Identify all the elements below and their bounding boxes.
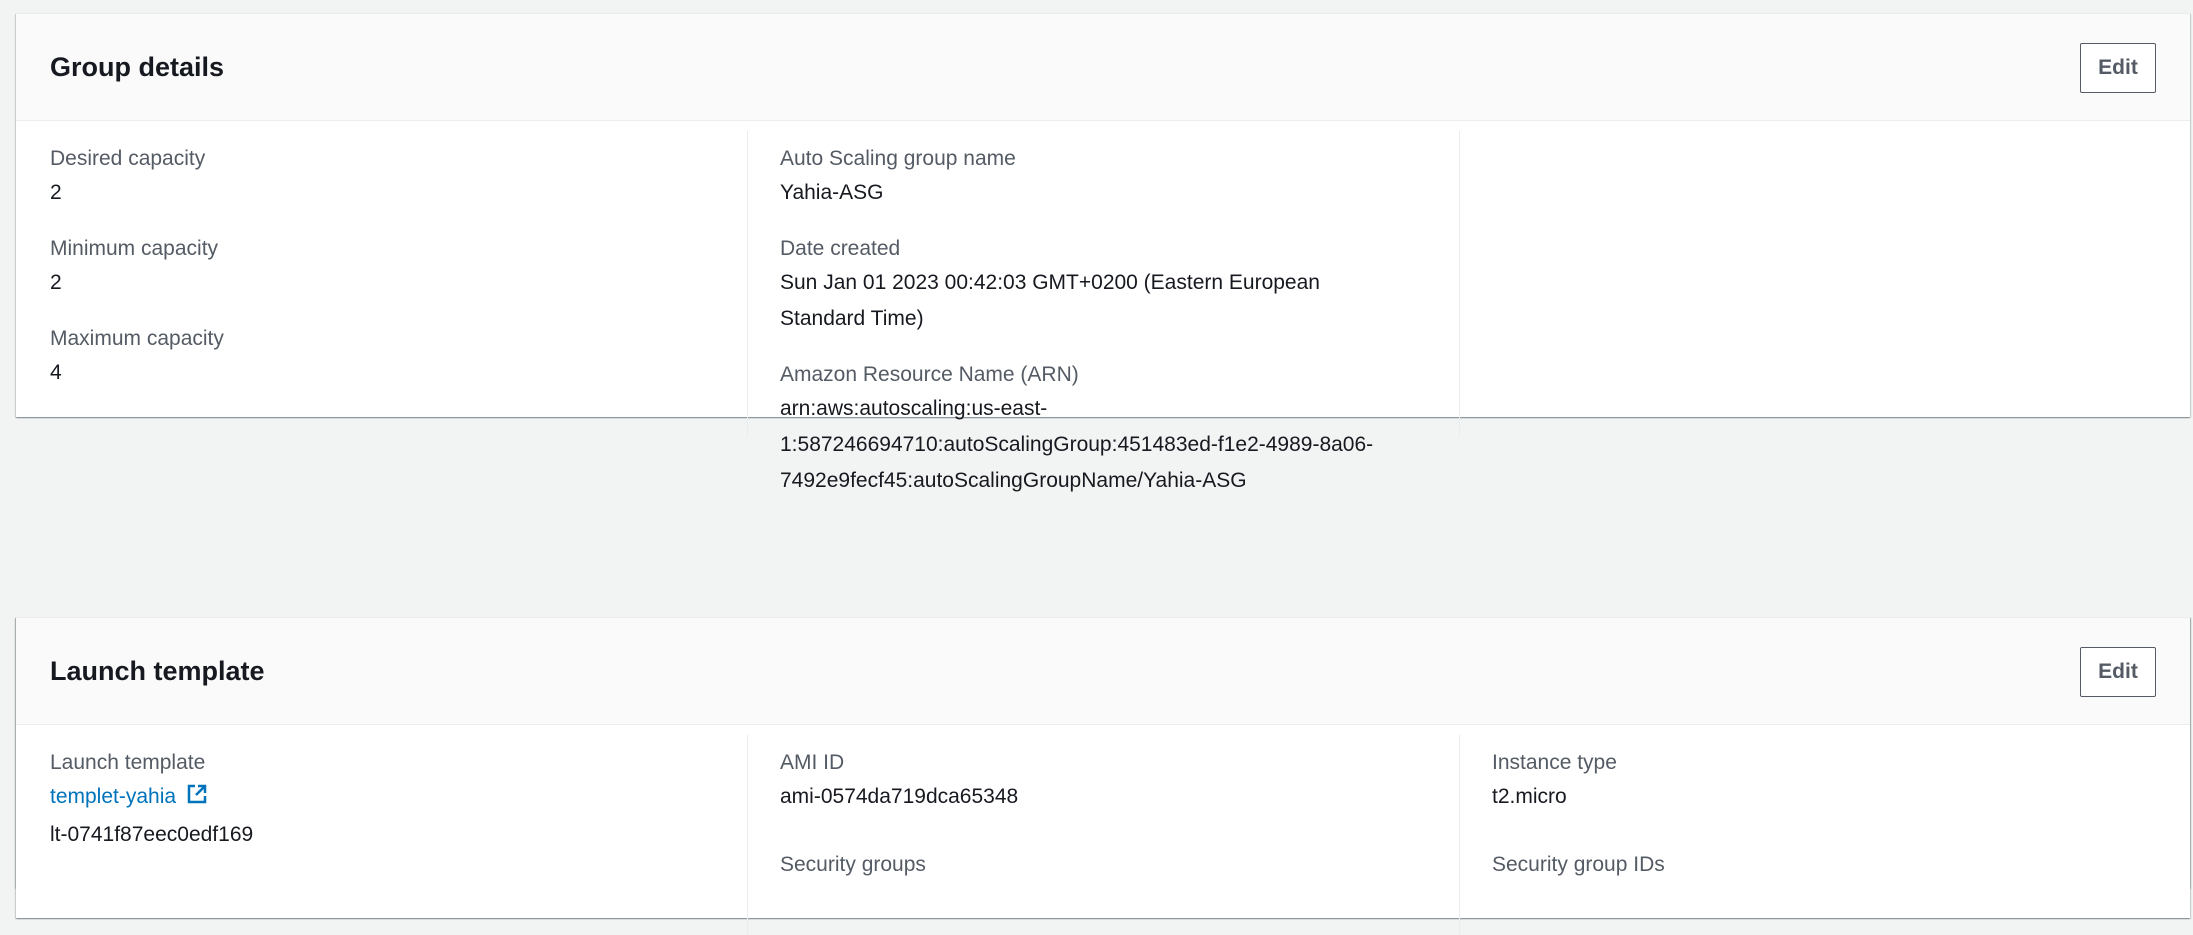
date-created-value-line-1: Sun Jan 01 2023 00:42:03 GMT+0200 (Easte… <box>780 271 1320 294</box>
maximum-capacity-field: Maximum capacity 4 <box>50 323 750 391</box>
security-group-ids-label: Security group IDs <box>1492 853 1665 876</box>
launch-template-link-text[interactable]: templet-yahia <box>50 785 176 808</box>
ami-id-value: ami-0574da719dca65348 <box>780 785 1019 808</box>
launch-template-section: Launch template Edit Launch template tem… <box>16 617 2190 935</box>
arn-value-line-2: 1:587246694710:autoScalingGroup:451483ed… <box>780 433 1374 456</box>
ami-id-field: AMI ID ami-0574da719dca65348 <box>780 747 1440 815</box>
instance-type-value: t2.micro <box>1492 785 1567 808</box>
arn-value-line-3: 7492e9fecf45:autoScalingGroupName/Yahia-… <box>780 469 1247 492</box>
asg-name-field: Auto Scaling group name Yahia-ASG <box>780 143 1440 211</box>
group-details-edit-button[interactable]: Edit <box>2080 43 2156 93</box>
asg-name-value: Yahia-ASG <box>780 181 884 204</box>
maximum-capacity-value: 4 <box>50 361 62 384</box>
maximum-capacity-label: Maximum capacity <box>50 327 224 350</box>
launch-template-id: lt-0741f87eec0edf169 <box>50 823 254 846</box>
group-details-title: Group details <box>50 52 225 82</box>
group-details-column-1: Desired capacity 2 Minimum capacity 2 Ma… <box>50 131 750 413</box>
instance-type-label: Instance type <box>1492 751 1617 774</box>
security-groups-label: Security groups <box>780 853 926 876</box>
launch-template-column-3: Instance type t2.micro Security group ID… <box>1459 735 2159 935</box>
minimum-capacity-label: Minimum capacity <box>50 237 219 260</box>
security-group-ids-field: Security group IDs <box>1492 849 2159 881</box>
group-details-column-2: Auto Scaling group name Yahia-ASG Date c… <box>747 131 1460 492</box>
launch-template-column-1: Launch template templet-yahia lt-0741f87… <box>50 735 750 875</box>
group-details-panel: Group details Edit Desired capacity 2 Mi… <box>16 13 2190 492</box>
security-groups-field: Security groups <box>780 849 1440 881</box>
minimum-capacity-field: Minimum capacity 2 <box>50 233 750 301</box>
desired-capacity-value: 2 <box>50 181 62 204</box>
ami-id-label: AMI ID <box>780 751 845 774</box>
group-details-column-3 <box>1459 131 2159 438</box>
launch-template-title: Launch template <box>50 656 265 686</box>
instance-type-field: Instance type t2.micro <box>1492 747 2159 815</box>
desired-capacity-label: Desired capacity <box>50 147 206 170</box>
desired-capacity-field: Desired capacity 2 <box>50 143 750 211</box>
minimum-capacity-value: 2 <box>50 271 62 294</box>
launch-template-label: Launch template <box>50 751 206 774</box>
launch-template-header: Launch template Edit <box>16 618 2190 725</box>
arn-value-line-1: arn:aws:autoscaling:us-east- <box>780 397 1048 420</box>
arn-label: Amazon Resource Name (ARN) <box>780 363 1079 386</box>
arn-field: Amazon Resource Name (ARN) arn:aws:autos… <box>780 359 1440 499</box>
date-created-value-line-2: Standard Time) <box>780 307 924 330</box>
launch-template-link[interactable]: templet-yahia <box>50 779 750 817</box>
launch-template-edit-button[interactable]: Edit <box>2080 647 2156 697</box>
launch-template-column-2: AMI ID ami-0574da719dca65348 Security gr… <box>747 735 1460 935</box>
asg-name-label: Auto Scaling group name <box>780 147 1016 170</box>
date-created-label: Date created <box>780 237 901 260</box>
launch-template-field: Launch template templet-yahia lt-0741f87… <box>50 747 750 853</box>
date-created-field: Date created Sun Jan 01 2023 00:42:03 GM… <box>780 233 1440 337</box>
group-details-header: Group details Edit <box>16 14 2190 121</box>
external-link-icon[interactable] <box>186 781 208 817</box>
